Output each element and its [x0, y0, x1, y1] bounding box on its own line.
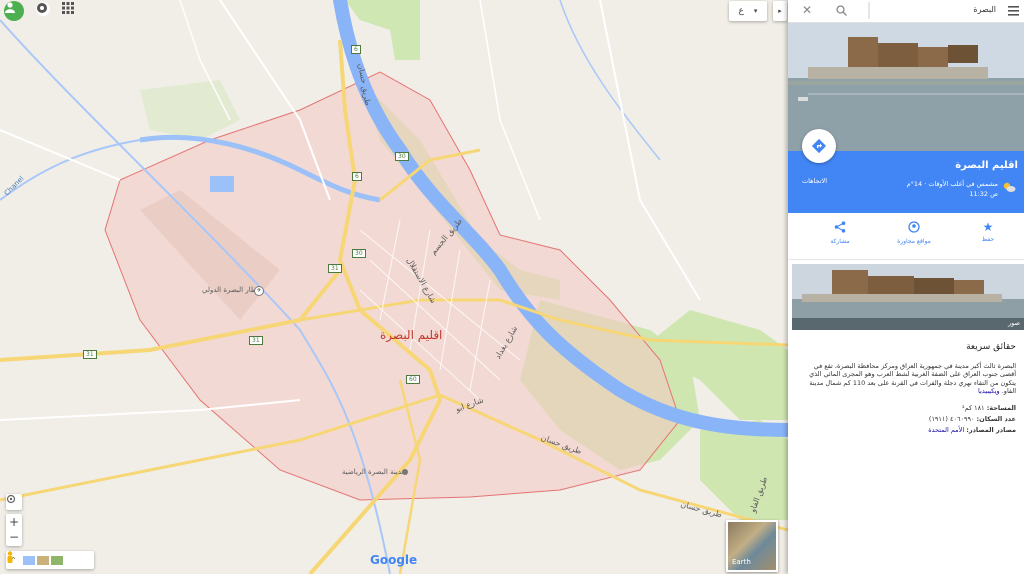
my-location-button[interactable] [6, 494, 22, 510]
person-icon [5, 2, 15, 13]
collapse-panel-button[interactable]: ▸ [773, 1, 787, 21]
action-row: مشاركة مواقع مجاورة ★ حفظ [788, 213, 1024, 260]
directions-button[interactable] [802, 129, 836, 163]
photo-thumbnail[interactable]: صور [792, 264, 1024, 330]
map-svg [0, 0, 788, 574]
save-label: حفظ [981, 236, 995, 243]
earth-label: Earth [732, 558, 751, 566]
sources-link[interactable]: الأمم المتحدة [928, 426, 964, 434]
road-shield-31: 31 [83, 350, 97, 359]
search-bar[interactable]: ✕ البصرة [788, 0, 1024, 23]
share-label: مشاركة [830, 238, 850, 245]
nearby-icon [908, 221, 920, 233]
account-avatar[interactable] [4, 1, 24, 21]
target-icon [6, 494, 16, 504]
caret-right-icon: ▸ [778, 7, 782, 15]
area-value: ١٨١ كم² [962, 403, 985, 412]
sun-cloud-icon [1003, 182, 1016, 192]
facts-heading: حقائق سريعة [966, 342, 1016, 352]
wikipedia-link[interactable]: ويكيبيديا [978, 387, 1000, 395]
nearby-button[interactable]: مواقع مجاورة [884, 221, 944, 245]
sources-key: مصادر المصادر: [966, 425, 1016, 434]
close-icon[interactable]: ✕ [802, 3, 812, 17]
share-icon [834, 221, 846, 233]
menu-icon[interactable] [1008, 6, 1019, 16]
place-title: اقليم البصرة [955, 160, 1018, 171]
language-toggle[interactable]: ع ▾ [729, 1, 767, 21]
nearby-label: مواقع مجاورة [897, 238, 931, 245]
road-shield-30: 30 [395, 152, 409, 161]
stadium-label[interactable]: مدينة البصرة الرياضية [342, 468, 405, 476]
local-time: 11:32 ص [969, 190, 998, 198]
star-icon: ★ [982, 220, 994, 234]
road-shield-31: 31 [328, 264, 342, 273]
quick-facts: حقائق سريعة البصرة ثالث أكبر مدينة في جم… [800, 342, 1016, 434]
caret-down-icon: ▾ [753, 7, 758, 15]
facts-description: البصرة ثالث أكبر مدينة في جمهورية العراق… [800, 362, 1016, 396]
notifications-button[interactable] [36, 2, 50, 16]
photo-image [792, 264, 1024, 330]
airport-label[interactable]: مطار البصرة الدولي [202, 286, 260, 294]
google-logo: Google [370, 553, 417, 567]
fact-sources: مصادر المصادر: الأمم المتحدة [800, 426, 1016, 434]
directions-icon [811, 138, 827, 154]
apps-button[interactable] [62, 2, 76, 16]
pond [210, 176, 234, 192]
place-header: الاتجاهات اقليم البصرة مشمس في أغلب الأو… [788, 129, 1024, 213]
river-ne [559, 0, 661, 161]
zoom-controls: + − [6, 514, 22, 546]
road-shield-6: 6 [352, 172, 362, 181]
bell-icon [37, 3, 47, 13]
language-label: ع [738, 6, 744, 16]
search-icon[interactable] [836, 5, 847, 16]
transit-layer-thumb[interactable] [22, 555, 35, 565]
layers-strip: ⌃ [6, 551, 94, 569]
directions-label: الاتجاهات [802, 177, 828, 185]
population-value: ٤٠٦٠٩٩٠ (١٩١١) [928, 414, 975, 423]
stadium-icon [402, 469, 408, 475]
road-shield-6: 6 [351, 45, 361, 54]
google-logo-text: Google [370, 553, 418, 567]
zoom-in-button[interactable]: + [9, 514, 19, 530]
zoom-out-button[interactable]: − [9, 530, 19, 546]
pegman-icon[interactable] [6, 551, 14, 564]
save-button[interactable]: ★ حفظ [958, 221, 1018, 243]
road-shield-31: 31 [249, 336, 263, 345]
search-input[interactable]: البصرة [973, 5, 996, 14]
road-shield-30: 30 [352, 249, 366, 258]
photos-label: صور [1007, 319, 1020, 327]
earth-toggle[interactable]: Earth [726, 520, 778, 572]
fact-area: المساحة: ١٨١ كم² [800, 404, 1016, 412]
fact-population: عدد السكان: ٤٠٦٠٩٩٠ (١٩١١) [800, 415, 1016, 423]
search-divider [868, 2, 870, 19]
region-name: اقليم البصرة [380, 328, 443, 342]
road-shield-60: 60 [406, 375, 420, 384]
road-minor-4 [0, 129, 121, 181]
bike-layer-thumb[interactable] [50, 555, 63, 565]
road-minor-6 [479, 0, 541, 221]
weather-text: مشمس في أغلب الأوقات · 14°م [906, 180, 998, 188]
map-canvas[interactable]: 6 6 31 31 31 30 30 60 طريق حسان طريق الج… [0, 0, 788, 574]
grid-icon [62, 2, 74, 14]
population-key: عدد السكان: [976, 414, 1016, 423]
road-minor-3 [599, 0, 701, 301]
share-button[interactable]: مشاركة [810, 221, 870, 245]
place-panel: ✕ البصرة الاتجاهات اقليم البصرة مشمس في … [788, 0, 1024, 574]
area-key: المساحة: [986, 403, 1016, 412]
airport-icon: ✈ [254, 286, 264, 296]
terrain-layer-thumb[interactable] [36, 555, 49, 565]
